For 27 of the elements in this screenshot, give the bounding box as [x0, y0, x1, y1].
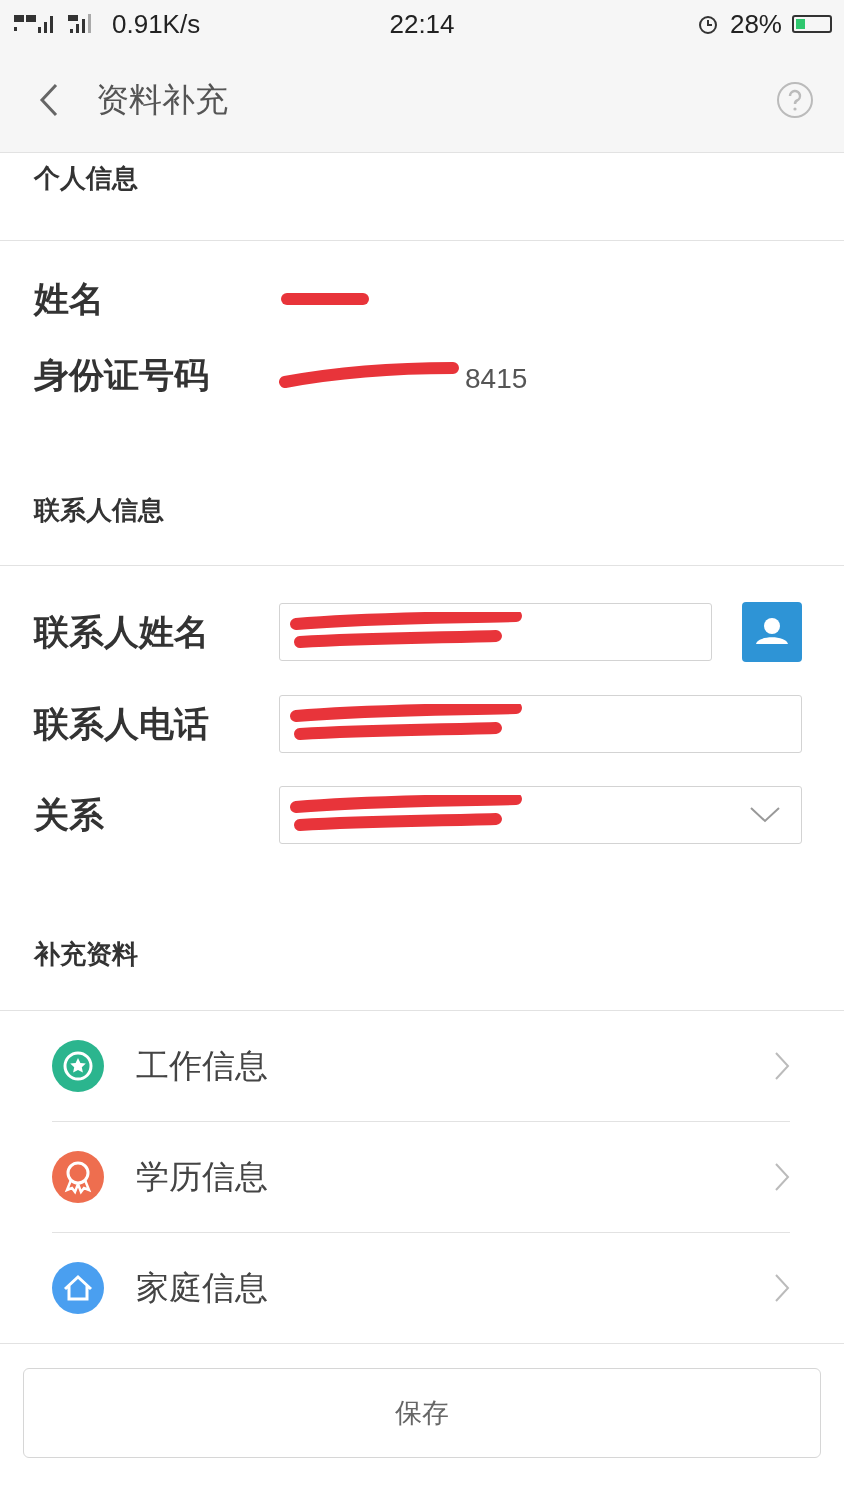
clock-time: 22:14	[389, 8, 455, 40]
field-label: 联系人电话	[34, 702, 210, 746]
section-title: 个人信息	[33, 162, 139, 195]
field-label: 姓名	[34, 277, 105, 321]
page-title: 资料补充	[96, 78, 229, 121]
menu-item[interactable]: 家庭信息	[52, 1233, 790, 1343]
save-button[interactable]: 保存	[23, 1368, 821, 1458]
back-icon[interactable]	[38, 83, 60, 117]
menu-item[interactable]: 学历信息	[52, 1122, 790, 1233]
chevron-right-icon	[774, 1051, 790, 1081]
field-label: 身份证号码	[34, 353, 210, 397]
network-speed: 0.91K/s	[112, 8, 201, 40]
field-value: 8415	[465, 363, 528, 395]
chevron-right-icon	[774, 1273, 790, 1303]
field-label: 关系	[34, 793, 105, 837]
section-title: 联系人信息	[32, 494, 165, 527]
battery-percent: 28%	[729, 8, 782, 40]
chevron-right-icon	[774, 1162, 790, 1192]
input-field[interactable]	[279, 695, 802, 753]
chevron-down-icon	[749, 806, 781, 824]
input-field[interactable]	[279, 603, 712, 661]
section-title: 补充资料	[32, 938, 139, 971]
field-label: 联系人姓名	[34, 610, 210, 654]
battery-icon	[792, 15, 832, 33]
relation-dropdown[interactable]	[279, 786, 802, 844]
contact-book-button[interactable]	[742, 602, 802, 662]
menu-item[interactable]: 工作信息	[52, 1011, 790, 1122]
